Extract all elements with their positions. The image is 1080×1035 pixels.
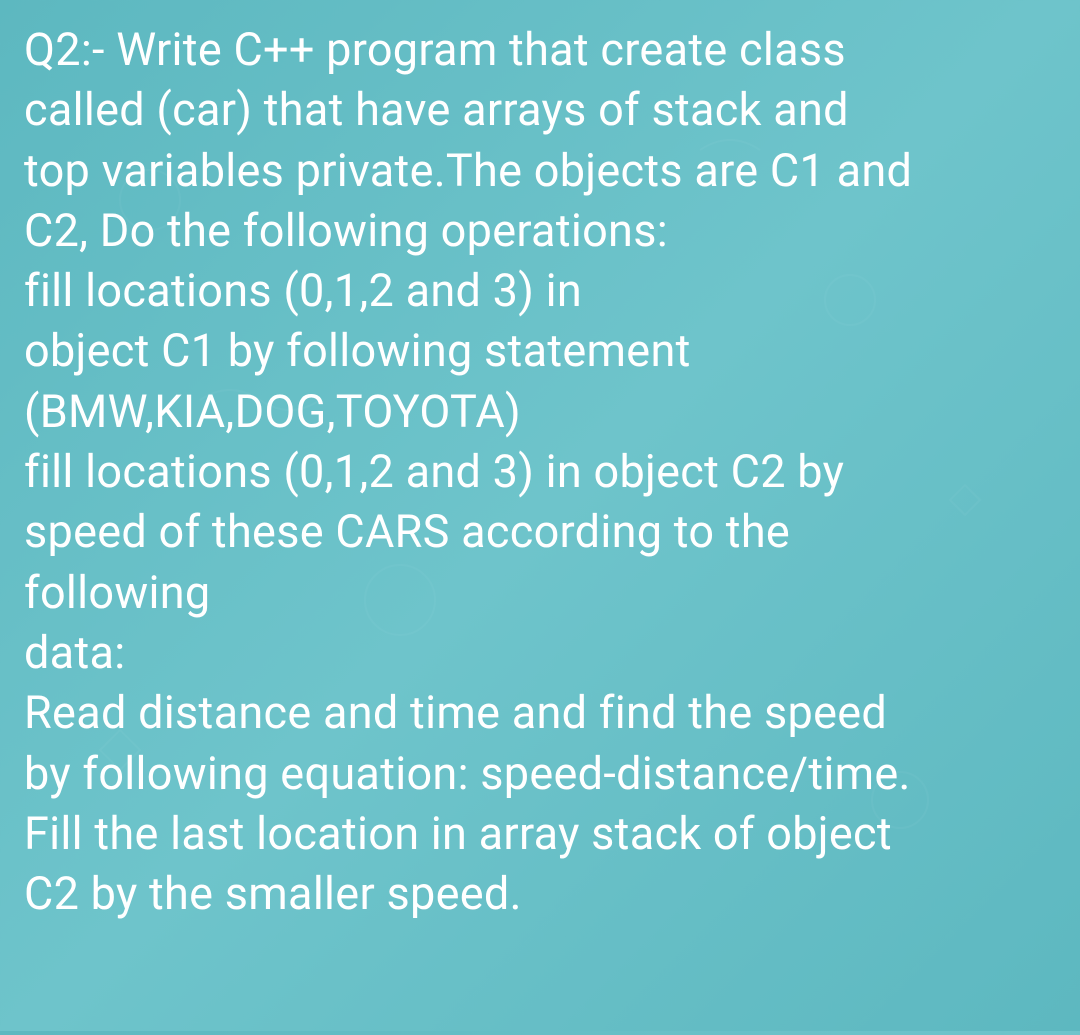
text-line: by following equation: speed-distance/ti… <box>24 744 1056 804</box>
question-text-container: Q2:- Write C++ program that create class… <box>0 0 1080 944</box>
text-line: speed of these CARS according to the <box>24 502 1056 562</box>
text-line: called (car) that have arrays of stack a… <box>24 80 1056 140</box>
text-line: C2, Do the following operations: <box>24 201 1056 261</box>
text-line: object C1 by following statement <box>24 321 1056 381</box>
text-line: Q2:- Write C++ program that create class <box>24 20 1056 80</box>
text-line: Read distance and time and find the spee… <box>24 683 1056 743</box>
text-line: following <box>24 563 1056 623</box>
text-line: C2 by the smaller speed. <box>24 864 1056 924</box>
text-line: top variables private.The objects are C1… <box>24 141 1056 201</box>
text-line: fill locations (0,1,2 and 3) in object C… <box>24 442 1056 502</box>
text-line: Fill the last location in array stack of… <box>24 804 1056 864</box>
text-line: data: <box>24 623 1056 683</box>
text-line: (BMW,KIA,DOG,TOYOTA) <box>24 382 1056 442</box>
text-line: fill locations (0,1,2 and 3) in <box>24 261 1056 321</box>
